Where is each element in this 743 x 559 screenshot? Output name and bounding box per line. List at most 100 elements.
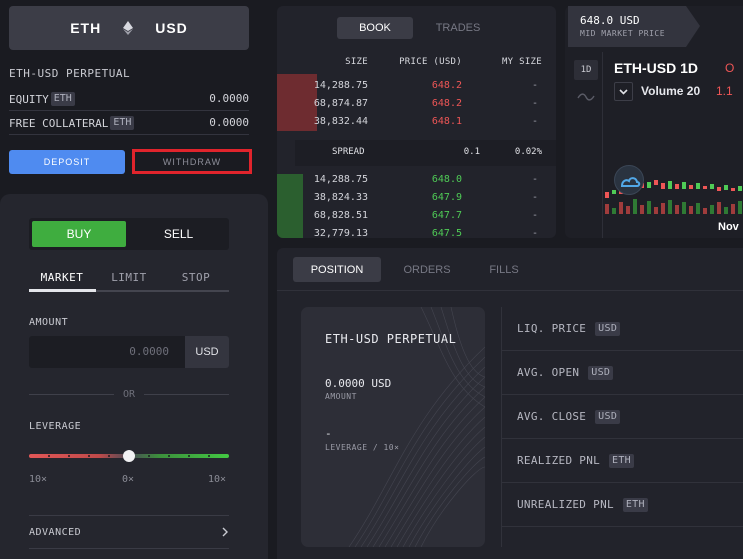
tab-position[interactable]: POSITION	[293, 257, 381, 282]
bid-row[interactable]: 14,288.75 648.0 -	[277, 172, 556, 189]
candle	[724, 185, 728, 190]
withdraw-button[interactable]: WITHDRAW	[132, 149, 252, 174]
bid-size: 14,288.75	[313, 174, 368, 185]
volume-bar	[696, 203, 700, 214]
equity-currency-tag: ETH	[50, 92, 75, 106]
tradingview-logo-icon[interactable]	[614, 165, 644, 195]
line-chart-icon[interactable]	[577, 91, 595, 103]
volume-label: Volume 20	[641, 84, 701, 98]
tab-market[interactable]: MARKET	[29, 271, 95, 284]
tab-trades[interactable]: TRADES	[420, 17, 496, 39]
active-tab-indicator	[29, 289, 96, 292]
realized-pnl-row: REALIZED PNL ETH	[502, 439, 743, 483]
quote-asset: USD	[155, 20, 188, 36]
price-column-header: PRICE (USD)	[399, 57, 462, 67]
stat-label: LIQ. PRICE	[517, 322, 587, 335]
free-collateral-row: FREE COLLATERAL ETH 0.0000	[9, 116, 249, 130]
position-amount-label: AMOUNT	[325, 392, 357, 401]
time-axis-label: Nov	[718, 221, 739, 233]
amount-label: AMOUNT	[29, 317, 69, 328]
divider	[9, 110, 249, 111]
stat-currency-tag: ETH	[622, 497, 648, 512]
advanced-toggle[interactable]: ADVANCED	[29, 515, 229, 549]
candle	[682, 182, 686, 189]
volume-bar	[731, 204, 735, 214]
ask-row[interactable]: 14,288.75 648.2 -	[277, 78, 556, 95]
sell-button[interactable]: SELL	[131, 221, 226, 247]
volume-bar	[668, 200, 672, 214]
candle	[703, 186, 707, 189]
stat-currency-tag: USD	[595, 321, 621, 336]
candle	[647, 182, 651, 188]
ask-row[interactable]: 38,832.44 648.1 -	[277, 114, 556, 131]
mid-market-price: 648.0 USD	[580, 14, 640, 27]
collateral-currency-tag: ETH	[110, 116, 135, 130]
amount-input[interactable]: 0.0000	[29, 336, 185, 368]
free-collateral-label: FREE COLLATERAL	[9, 116, 109, 130]
market-selector[interactable]: ETH USD	[9, 6, 249, 50]
buy-button[interactable]: BUY	[32, 221, 126, 247]
bid-row[interactable]: 68,828.51 647.7 -	[277, 208, 556, 225]
spread-percent: 0.02%	[514, 147, 542, 157]
collapse-legend-button[interactable]	[614, 82, 633, 101]
candle	[731, 188, 735, 191]
tab-book[interactable]: BOOK	[337, 17, 413, 39]
tab-fills[interactable]: FILLS	[468, 257, 540, 282]
tab-stop[interactable]: STOP	[163, 271, 229, 284]
bid-row[interactable]: 38,824.33 647.9 -	[277, 190, 556, 207]
slider-step	[208, 455, 210, 457]
stat-currency-tag: ETH	[609, 453, 634, 468]
tab-limit[interactable]: LIMIT	[96, 271, 162, 284]
candle	[696, 183, 700, 189]
bid-my-size: -	[531, 174, 538, 185]
position-leverage-value: -	[325, 427, 332, 440]
ask-size: 68,874.87	[313, 98, 368, 109]
divider	[29, 394, 114, 395]
ethereum-icon	[123, 21, 134, 35]
chart-open-label: O	[725, 61, 735, 75]
mid-market-label: MID MARKET PRICE	[580, 29, 666, 38]
chevron-right-icon	[222, 527, 228, 537]
base-asset: ETH	[70, 20, 102, 36]
bid-row[interactable]: 32,779.13 647.5 -	[277, 226, 556, 238]
candle	[717, 187, 721, 191]
volume-bar	[738, 201, 742, 214]
slider-step	[108, 455, 110, 457]
size-column-header: SIZE	[345, 57, 368, 67]
or-separator: OR	[122, 389, 136, 400]
bid-my-size: -	[531, 228, 538, 238]
leverage-mid-label: 0×	[122, 474, 135, 485]
ask-row[interactable]: 68,874.87 648.2 -	[277, 96, 556, 113]
trading-app: ETH USD ETH-USD PERPETUAL EQUITY ETH 0.00…	[0, 0, 743, 559]
deposit-button[interactable]: DEPOSIT	[9, 150, 125, 174]
orderbook-panel: BOOK TRADES SIZE PRICE (USD) MY SIZE 14,…	[277, 6, 556, 238]
amount-unit-selector[interactable]: USD	[185, 336, 229, 368]
divider	[9, 134, 249, 135]
slider-step	[68, 455, 70, 457]
bid-size: 32,779.13	[313, 228, 368, 238]
slider-step	[188, 455, 190, 457]
tab-orders[interactable]: ORDERS	[389, 257, 465, 282]
volume-bar	[661, 203, 665, 214]
leverage-slider-thumb[interactable]	[123, 450, 135, 462]
chevron-down-icon	[619, 89, 628, 95]
equity-row: EQUITY ETH 0.0000	[9, 92, 249, 106]
unrealized-pnl-row: UNREALIZED PNL ETH	[502, 483, 743, 527]
position-card-title: ETH-USD PERPETUAL	[325, 332, 457, 346]
stat-label: AVG. OPEN	[517, 366, 580, 379]
divider	[144, 394, 229, 395]
volume-bar	[633, 199, 637, 214]
candle	[710, 184, 714, 189]
my-size-column-header: MY SIZE	[501, 57, 542, 67]
slider-step	[168, 455, 170, 457]
candle	[605, 192, 609, 198]
ask-size: 14,288.75	[313, 80, 368, 91]
stat-label: UNREALIZED PNL	[517, 498, 614, 511]
timeframe-button[interactable]: 1D	[574, 60, 598, 80]
ask-price: 648.2	[431, 80, 462, 91]
bid-my-size: -	[531, 210, 538, 221]
leverage-label: LEVERAGE	[29, 421, 82, 432]
volume-bar	[710, 205, 714, 214]
ask-size: 38,832.44	[313, 116, 368, 127]
candle	[661, 183, 665, 189]
